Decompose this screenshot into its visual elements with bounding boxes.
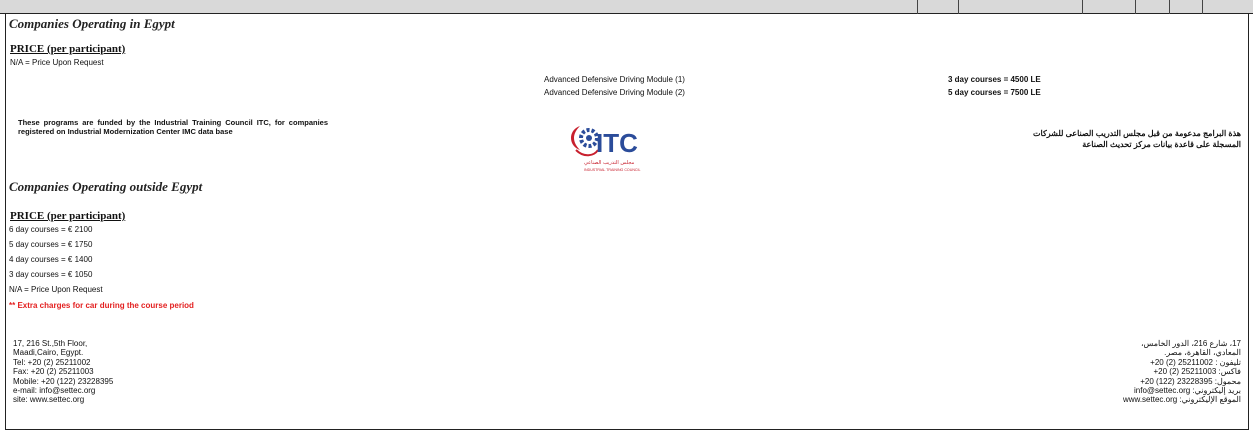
arabic-funded-line: المسجلة على قاعدة بيانات مركز تحديث الصن… [1082, 140, 1241, 149]
price-heading-egypt: PRICE (per participant) [10, 43, 126, 55]
address-line: site: www.settec.org [13, 395, 85, 405]
address-line: محمول: 23228395 (122) 20+ [1140, 376, 1241, 386]
address-line: بريد إليكتروني: info@settec.org [1134, 386, 1241, 396]
section-title-outside: Companies Operating outside Egypt [9, 179, 203, 194]
arabic-funded-line: هذة البرامج مدعومة من قبل مجلس التدريب ا… [1032, 129, 1241, 138]
header-divider [917, 0, 918, 14]
address-line: تليفون : 25211002 (2) 20+ [1150, 357, 1241, 367]
logo-english: INDUSTRIAL TRAINING COUNCIL [584, 168, 641, 172]
address-line: Fax: +20 (2) 25211003 [13, 367, 94, 377]
address-arabic: 17، شارع 216، الدور الخامس، المعادي، الق… [1123, 339, 1241, 405]
header-divider [1082, 0, 1083, 14]
address-english: 17, 216 St.,5th Floor, Maadi,Cairo, Egyp… [13, 339, 113, 405]
header-divider [958, 0, 959, 14]
address-line: المعادي، القاهرة، مصر. [1164, 348, 1241, 358]
header-divider [1135, 0, 1136, 14]
funded-note: These programs are funded by the Industr… [18, 118, 328, 136]
price-line: 5 day courses = € 1750 [9, 240, 93, 249]
address-line: الموقع الإليكتروني: www.settec.org [1122, 395, 1241, 405]
address-line: Mobile: +20 (122) 23228395 [13, 376, 114, 386]
module-name: Advanced Defensive Driving Module (1) [544, 75, 685, 84]
address-line: e-mail: info@settec.org [13, 386, 96, 396]
price-line: N/A = Price Upon Request [9, 285, 103, 294]
na-line-egypt: N/A = Price Upon Request [10, 58, 104, 67]
price-heading-outside: PRICE (per participant) [10, 210, 126, 222]
address-line: Maadi,Cairo, Egypt. [13, 348, 84, 358]
section-title-egypt: Companies Operating in Egypt [9, 16, 175, 31]
header-divider [1169, 0, 1170, 14]
extra-charge-note: ** Extra charges for car during the cour… [9, 301, 194, 310]
address-line: فاكس: 25211003 (2) 20+ [1153, 367, 1241, 377]
address-line: 17، شارع 216، الدور الخامس، [1140, 339, 1241, 348]
address-line: Tel: +20 (2) 25211002 [13, 357, 91, 367]
address-line: 17, 216 St.,5th Floor, [13, 339, 88, 348]
module-name: Advanced Defensive Driving Module (2) [544, 88, 685, 97]
logo-text: ITC [596, 128, 638, 158]
logo-arabic: مجلس التدريب الصناعي [584, 160, 635, 166]
module-price: 3 day courses = 4500 LE [948, 75, 1041, 84]
itc-logo-graphic: ITC مجلس التدريب الصناعي INDUSTRIAL TRAI… [571, 126, 641, 172]
price-line: 6 day courses = € 2100 [9, 225, 93, 234]
itc-logo: ITC مجلس التدريب الصناعي INDUSTRIAL TRAI… [564, 120, 674, 176]
module-price: 5 day courses = 7500 LE [948, 88, 1041, 97]
header-divider [1202, 0, 1203, 14]
price-line: 3 day courses = € 1050 [9, 270, 93, 279]
header-row [0, 0, 1253, 14]
price-line: 4 day courses = € 1400 [9, 255, 93, 264]
